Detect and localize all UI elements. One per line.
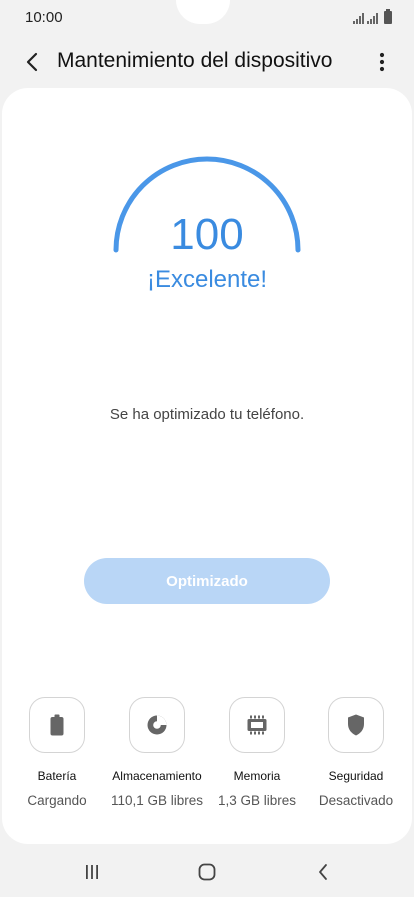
status-message: Se ha optimizado tu teléfono. — [109, 406, 305, 423]
optimize-button[interactable]: Optimizado — [84, 558, 330, 604]
signal-icon — [353, 12, 364, 24]
score-rating: ¡Excelente! — [146, 266, 268, 293]
category-label: Almacenamiento — [112, 769, 202, 783]
chevron-left-icon — [26, 52, 38, 72]
storage-icon-button[interactable] — [129, 697, 185, 753]
home-icon — [198, 863, 216, 881]
back-nav-button[interactable] — [308, 860, 338, 884]
page-title: Mantenimiento del dispositivo — [57, 49, 333, 72]
score-value: 100 — [170, 210, 244, 259]
back-button[interactable] — [16, 46, 48, 78]
home-button[interactable] — [192, 860, 222, 884]
category-memory[interactable]: Memoria 1,3 GB libres — [202, 697, 312, 808]
recent-apps-button[interactable] — [77, 860, 107, 884]
storage-icon — [147, 715, 167, 735]
category-value: 1,3 GB libres — [217, 793, 297, 808]
camera-notch — [176, 0, 230, 24]
battery-status-icon — [384, 9, 392, 24]
category-label: Seguridad — [328, 769, 384, 783]
status-icons — [353, 8, 392, 24]
app-bar: Mantenimiento del dispositivo — [0, 34, 414, 88]
more-options-button[interactable] — [368, 46, 396, 78]
memory-icon — [247, 715, 267, 735]
chevron-left-icon — [319, 864, 327, 880]
category-value: Desactivado — [318, 793, 394, 808]
category-security[interactable]: Seguridad Desactivado — [301, 697, 411, 808]
shield-icon — [348, 714, 364, 736]
security-icon-button[interactable] — [328, 697, 384, 753]
signal-icon-2 — [367, 12, 378, 24]
memory-icon-button[interactable] — [229, 697, 285, 753]
category-storage[interactable]: Almacenamiento 110,1 GB libres — [102, 697, 212, 808]
category-value: Cargando — [27, 793, 87, 808]
status-time: 10:00 — [25, 9, 63, 26]
navigation-bar — [0, 848, 414, 897]
recent-apps-icon — [86, 865, 98, 879]
more-vertical-icon — [379, 52, 385, 72]
category-label: Memoria — [233, 769, 281, 783]
category-battery[interactable]: Batería Cargando — [2, 697, 112, 808]
status-bar: 10:00 — [0, 0, 414, 34]
category-label: Batería — [37, 769, 77, 783]
battery-icon-button[interactable] — [29, 697, 85, 753]
battery-icon — [50, 714, 64, 736]
category-value: 110,1 GB libres — [110, 793, 204, 808]
